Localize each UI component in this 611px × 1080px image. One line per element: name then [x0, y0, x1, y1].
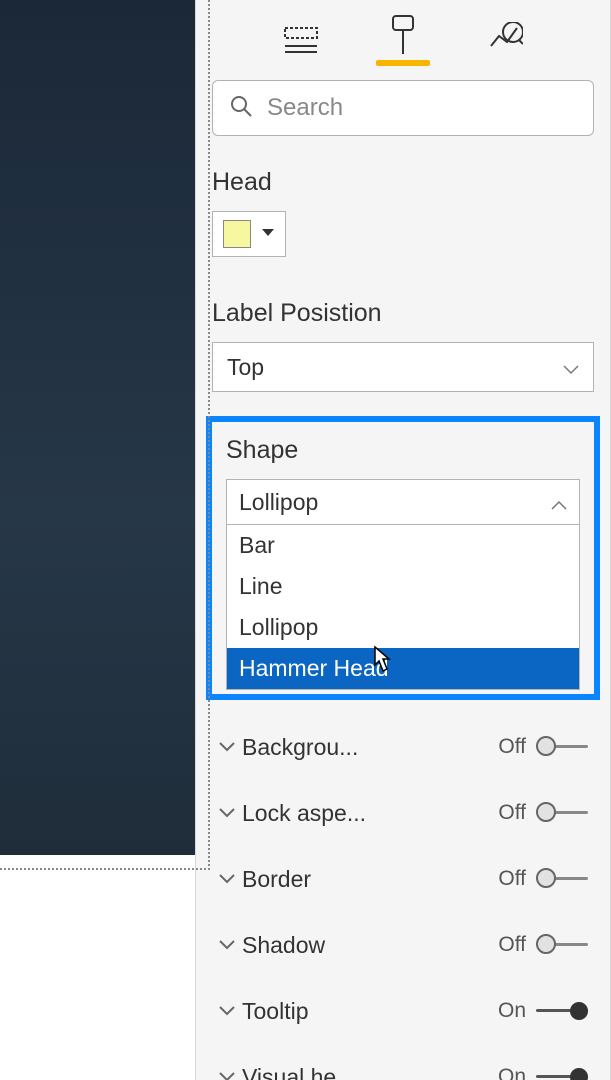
- label-position-dropdown[interactable]: Top: [212, 342, 594, 392]
- toggle-switch[interactable]: [536, 1001, 588, 1021]
- shape-option[interactable]: Bar: [227, 525, 579, 566]
- format-search-box[interactable]: [212, 80, 594, 136]
- chevron-up-icon: [551, 489, 567, 516]
- visualizations-format-panel: Head Label Posistion Top Shape Lollipop: [195, 0, 611, 1080]
- toggle-switch[interactable]: [536, 803, 588, 823]
- toggle-switch[interactable]: [536, 869, 588, 889]
- property-label: Tooltip: [242, 998, 486, 1025]
- property-state-text: Off: [486, 933, 526, 957]
- head-section-label: Head: [212, 168, 594, 197]
- shape-dropdown-value: Lollipop: [239, 489, 318, 516]
- search-icon: [229, 94, 253, 123]
- property-row[interactable]: TooltipOn: [212, 978, 594, 1044]
- property-state-text: On: [486, 1065, 526, 1080]
- shape-option[interactable]: Hammer Head: [227, 648, 579, 689]
- fields-tab-icon[interactable]: [281, 24, 321, 56]
- head-color-swatch: [223, 220, 251, 248]
- search-input[interactable]: [267, 94, 577, 122]
- panel-tabs: [212, 18, 594, 80]
- visual-preview: [0, 0, 195, 855]
- chevron-down-icon: [212, 808, 242, 818]
- chevron-down-icon: [212, 1072, 242, 1080]
- format-tab-icon[interactable]: [383, 14, 423, 56]
- shape-dropdown[interactable]: Lollipop: [226, 479, 580, 525]
- property-state-text: Off: [486, 801, 526, 825]
- report-canvas-area: [0, 0, 195, 1080]
- property-state-text: Off: [486, 867, 526, 891]
- shape-option[interactable]: Lollipop: [227, 607, 579, 648]
- analytics-tab-icon[interactable]: [485, 22, 525, 56]
- property-row[interactable]: ShadowOff: [212, 912, 594, 978]
- shape-highlight-annotation: Shape Lollipop BarLineLollipopHammer Hea…: [206, 416, 600, 700]
- property-label: Border: [242, 866, 486, 893]
- label-position-section-label: Label Posistion: [212, 299, 594, 328]
- property-label: Visual he...: [242, 1064, 486, 1080]
- property-state-text: Off: [486, 735, 526, 759]
- toggle-switch[interactable]: [536, 737, 588, 757]
- property-row[interactable]: BorderOff: [212, 846, 594, 912]
- toggle-switch[interactable]: [536, 1067, 588, 1080]
- property-label: Lock aspe...: [242, 800, 486, 827]
- active-tab-indicator: [376, 60, 430, 66]
- head-color-picker[interactable]: [212, 211, 286, 257]
- label-position-value: Top: [227, 354, 264, 381]
- property-state-text: On: [486, 999, 526, 1023]
- chevron-down-icon: [563, 354, 579, 381]
- shape-option[interactable]: Line: [227, 566, 579, 607]
- shape-section-label: Shape: [226, 436, 580, 465]
- chevron-down-icon: [212, 874, 242, 884]
- property-label: Backgrou...: [242, 734, 486, 761]
- chevron-down-icon: [261, 225, 275, 243]
- chevron-down-icon: [212, 940, 242, 950]
- property-row[interactable]: Visual he...On: [212, 1044, 594, 1080]
- property-row[interactable]: Lock aspe...Off: [212, 780, 594, 846]
- shape-dropdown-list: BarLineLollipopHammer Head: [226, 525, 580, 690]
- toggle-switch[interactable]: [536, 935, 588, 955]
- property-label: Shadow: [242, 932, 486, 959]
- chevron-down-icon: [212, 742, 242, 752]
- chevron-down-icon: [212, 1006, 242, 1016]
- property-row[interactable]: Backgrou...Off: [212, 714, 594, 780]
